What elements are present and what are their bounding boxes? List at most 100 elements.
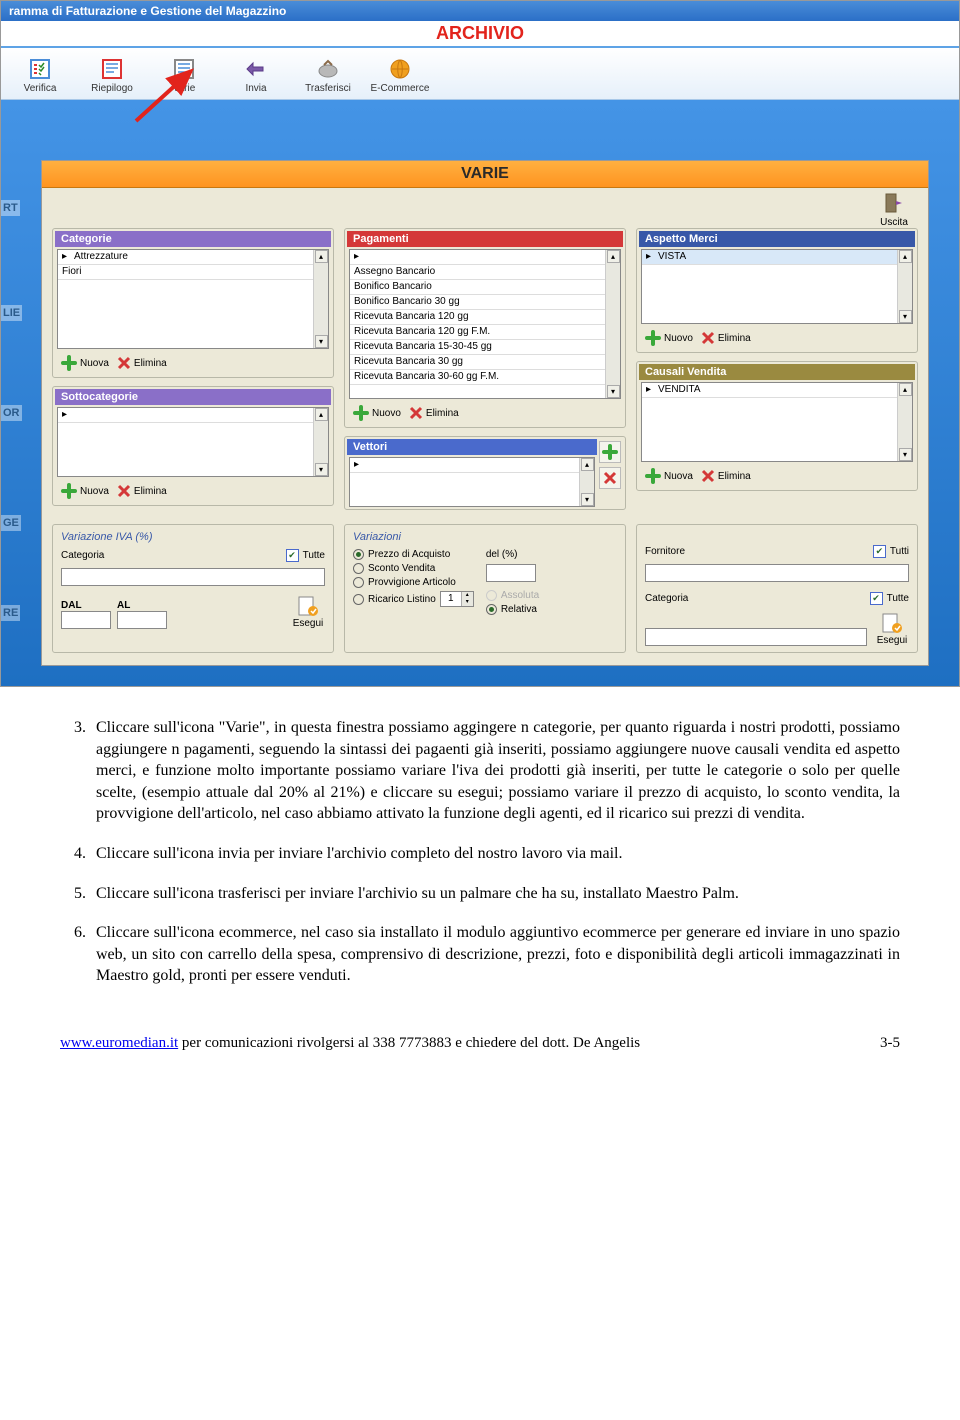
execute-icon bbox=[296, 594, 320, 618]
varie-panel: VARIE Uscita Categorie ▸Attrezzature Fio… bbox=[41, 160, 929, 666]
del-percent-label: del (%) bbox=[486, 549, 539, 560]
causali-group: Causali Vendita ▸VENDITA ▴▾ Nuova Elimin… bbox=[636, 361, 918, 491]
toolbar-label: Riepilogo bbox=[80, 83, 144, 94]
workspace: RT LIE OR GE RE VARIE Uscita Categorie bbox=[1, 100, 959, 686]
radio-provvigione[interactable]: Provvigione Articolo bbox=[353, 577, 474, 588]
listino-spinner[interactable]: 1▴▾ bbox=[440, 591, 474, 607]
footer-link[interactable]: www.euromedian.it bbox=[60, 1035, 178, 1051]
toolbar-label: E-Commerce bbox=[368, 83, 432, 94]
list-item[interactable]: ▸ bbox=[350, 458, 579, 473]
sottocategorie-group: Sottocategorie ▸ ▴▾ Nuova Elimina bbox=[52, 386, 334, 506]
aspetto-list[interactable]: ▸VISTA bbox=[642, 250, 897, 323]
causali-list[interactable]: ▸VENDITA bbox=[642, 383, 897, 461]
nuovo-button[interactable]: Nuovo bbox=[353, 405, 401, 421]
tutte-checkbox[interactable]: ✔ bbox=[286, 549, 299, 562]
esegui-iva-button[interactable]: Esegui bbox=[291, 594, 325, 629]
list-item[interactable]: Ricevuta Bancaria 15-30-45 gg bbox=[350, 340, 605, 355]
toolbar-invia[interactable]: Invia bbox=[221, 52, 291, 99]
background-labels: RT LIE OR GE RE bbox=[1, 100, 41, 686]
radio-relativa[interactable]: Relativa bbox=[486, 604, 539, 615]
list-item[interactable]: Bonifico Bancario 30 gg bbox=[350, 295, 605, 310]
list-item[interactable]: Assegno Bancario bbox=[350, 265, 605, 280]
scrollbar[interactable]: ▴▾ bbox=[897, 383, 912, 461]
doc-item-6: Cliccare sull'icona ecommerce, nel caso … bbox=[90, 922, 900, 987]
toolbar-label: Verifica bbox=[8, 83, 72, 94]
toolbar-ecommerce[interactable]: E-Commerce bbox=[365, 52, 435, 99]
fornitore-input[interactable] bbox=[645, 564, 909, 582]
uscita-button[interactable]: Uscita bbox=[870, 191, 918, 228]
al-input[interactable] bbox=[117, 611, 167, 629]
elimina-button[interactable]: Elimina bbox=[117, 484, 167, 498]
doc-item-4: Cliccare sull'icona invia per inviare l'… bbox=[90, 843, 900, 865]
al-label: AL bbox=[117, 600, 167, 611]
send-icon bbox=[244, 57, 268, 81]
categorie-header: Categorie bbox=[55, 231, 331, 247]
variazione-iva-title: Variazione IVA (%) bbox=[61, 531, 325, 543]
radio-prezzo[interactable]: Prezzo di Acquisto bbox=[353, 549, 474, 560]
delete-vettore-button[interactable] bbox=[599, 467, 621, 489]
list-item[interactable]: ▸VENDITA bbox=[642, 383, 897, 398]
dal-label: DAL bbox=[61, 600, 111, 611]
list-item[interactable]: Bonifico Bancario bbox=[350, 280, 605, 295]
exit-icon bbox=[882, 191, 906, 215]
nuova-button[interactable]: Nuova bbox=[61, 355, 109, 371]
causali-header: Causali Vendita bbox=[639, 364, 915, 380]
elimina-button[interactable]: Elimina bbox=[701, 469, 751, 483]
scrollbar[interactable]: ▴▾ bbox=[579, 458, 594, 506]
nuova-button[interactable]: Nuova bbox=[61, 483, 109, 499]
list-item[interactable]: ▸Attrezzature bbox=[58, 250, 313, 265]
list-item[interactable]: ▸ bbox=[58, 408, 313, 423]
esegui-variazioni-button[interactable]: Esegui bbox=[875, 611, 909, 646]
pagamenti-list[interactable]: ▸ Assegno Bancario Bonifico Bancario Bon… bbox=[350, 250, 605, 398]
toolbar-verifica[interactable]: Verifica bbox=[5, 52, 75, 99]
list-item[interactable]: Ricevuta Bancaria 120 gg F.M. bbox=[350, 325, 605, 340]
variazioni-title: Variazioni bbox=[353, 531, 617, 543]
tutti-checkbox[interactable]: ✔ bbox=[873, 545, 886, 558]
add-vettore-button[interactable] bbox=[599, 441, 621, 463]
execute-icon bbox=[880, 611, 904, 635]
document-body: Cliccare sull'icona "Varie", in questa f… bbox=[0, 687, 960, 1025]
vettori-group: Vettori ▸ ▴▾ bbox=[344, 436, 626, 510]
radio-ricarico[interactable]: Ricarico Listino 1▴▾ bbox=[353, 591, 474, 607]
aspetto-header: Aspetto Merci bbox=[639, 231, 915, 247]
categorie-group: Categorie ▸Attrezzature Fiori ▴▾ Nuova E… bbox=[52, 228, 334, 378]
nuova-button[interactable]: Nuova bbox=[645, 468, 693, 484]
varie-header: VARIE bbox=[42, 161, 928, 188]
vettori-list[interactable]: ▸ bbox=[350, 458, 579, 506]
sottocategorie-header: Sottocategorie bbox=[55, 389, 331, 405]
list-item[interactable]: ▸VISTA bbox=[642, 250, 897, 265]
list-item[interactable]: Ricevuta Bancaria 120 gg bbox=[350, 310, 605, 325]
elimina-button[interactable]: Elimina bbox=[409, 406, 459, 420]
scrollbar[interactable]: ▴▾ bbox=[313, 408, 328, 476]
scrollbar[interactable]: ▴▾ bbox=[605, 250, 620, 398]
elimina-button[interactable]: Elimina bbox=[701, 331, 751, 345]
variazione-iva-box: Variazione IVA (%) Categoria ✔Tutte DAL … bbox=[52, 524, 334, 653]
nuovo-button[interactable]: Nuovo bbox=[645, 330, 693, 346]
summary-icon bbox=[100, 57, 124, 81]
toolbar-trasferisci[interactable]: Trasferisci bbox=[293, 52, 363, 99]
list-item[interactable]: Ricevuta Bancaria 30-60 gg F.M. bbox=[350, 370, 605, 385]
categoria-input[interactable] bbox=[645, 628, 867, 646]
tutte-checkbox[interactable]: ✔ bbox=[870, 592, 883, 605]
toolbar-label: Invia bbox=[224, 83, 288, 94]
list-item[interactable]: ▸ bbox=[350, 250, 605, 265]
scrollbar[interactable]: ▴▾ bbox=[897, 250, 912, 323]
categoria-input[interactable] bbox=[61, 568, 325, 586]
list-item[interactable]: Fiori bbox=[58, 265, 313, 280]
radio-sconto[interactable]: Sconto Vendita bbox=[353, 563, 474, 574]
archivio-label: ARCHIVIO bbox=[1, 21, 959, 48]
radio-assoluta: Assoluta bbox=[486, 590, 539, 601]
scrollbar[interactable]: ▴▾ bbox=[313, 250, 328, 348]
sottocategorie-list[interactable]: ▸ bbox=[58, 408, 313, 476]
elimina-button[interactable]: Elimina bbox=[117, 356, 167, 370]
del-percent-input[interactable] bbox=[486, 564, 536, 582]
toolbar-varie[interactable]: Varie bbox=[149, 52, 219, 99]
dal-input[interactable] bbox=[61, 611, 111, 629]
categorie-list[interactable]: ▸Attrezzature Fiori bbox=[58, 250, 313, 348]
list-item[interactable]: Ricevuta Bancaria 30 gg bbox=[350, 355, 605, 370]
toolbar-riepilogo[interactable]: Riepilogo bbox=[77, 52, 147, 99]
uscita-label: Uscita bbox=[870, 217, 918, 228]
doc-item-3: Cliccare sull'icona "Varie", in questa f… bbox=[90, 717, 900, 825]
vettori-header: Vettori bbox=[347, 439, 597, 455]
toolbar-label: Varie bbox=[152, 83, 216, 94]
